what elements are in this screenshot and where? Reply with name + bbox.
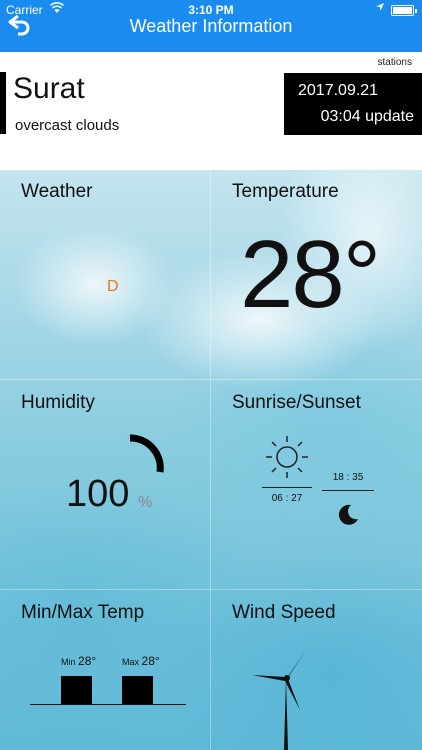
- sun-icon: [266, 436, 308, 478]
- humidity-unit: %: [138, 494, 153, 511]
- location-arrow-icon: [375, 2, 385, 15]
- weather-panels: Weather D Temperature 28° Humidity 100 %…: [0, 170, 422, 750]
- max-label: Max: [122, 657, 140, 667]
- update-box: 2017.09.21 03:04 update: [284, 73, 422, 135]
- sunset-time: 18 : 35: [332, 472, 364, 483]
- wind-turbine-icon: [252, 650, 306, 750]
- city-name: Surat: [13, 72, 85, 105]
- wind-speed-label: Wind Speed: [232, 602, 336, 623]
- grid-divider: [0, 379, 422, 380]
- location-header: stations Surat overcast clouds 2017.09.2…: [0, 52, 422, 170]
- weather-condition: overcast clouds: [15, 117, 120, 134]
- weather-label: Weather: [21, 181, 93, 202]
- sunrise-time: 06 : 27: [271, 493, 303, 504]
- clock: 3:10 PM: [188, 3, 234, 17]
- nav-title: Weather Information: [129, 16, 293, 36]
- city-accent-bar: [0, 72, 6, 134]
- min-temp-bar: [61, 676, 92, 704]
- minmax-baseline: [30, 704, 186, 705]
- moon-icon: [338, 504, 358, 525]
- humidity-value: 100: [66, 473, 130, 515]
- sunset-divider: [322, 490, 374, 491]
- stations-link[interactable]: stations: [378, 57, 412, 68]
- temperature-value: 28°: [240, 221, 381, 328]
- max-temp-caption: Max 28°: [122, 654, 160, 668]
- battery-icon: [391, 5, 417, 16]
- update-time: 03:04 update: [320, 108, 414, 125]
- min-temp-caption: Min 28°: [61, 654, 96, 668]
- update-date: 2017.09.21: [298, 82, 379, 99]
- weather-condition-icon: D: [107, 278, 119, 295]
- grid-divider: [210, 170, 211, 750]
- max-temp-bar: [122, 676, 153, 704]
- navigation-bar: Carrier 3:10 PM Weather Information: [0, 0, 422, 52]
- min-label: Min: [61, 657, 76, 667]
- sunrise-divider: [262, 487, 312, 488]
- minmax-label: Min/Max Temp: [21, 602, 145, 623]
- min-temp-value: 28°: [78, 654, 97, 668]
- max-temp-value: 28°: [141, 654, 160, 668]
- humidity-label: Humidity: [21, 392, 95, 413]
- temperature-label: Temperature: [232, 181, 339, 202]
- grid-divider: [0, 589, 422, 590]
- sunrise-sunset-label: Sunrise/Sunset: [232, 392, 361, 413]
